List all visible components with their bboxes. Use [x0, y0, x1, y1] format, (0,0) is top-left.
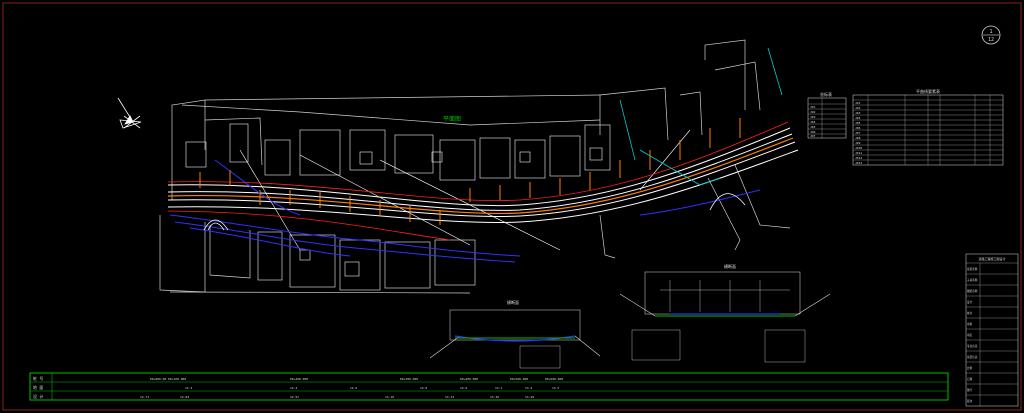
- coord-table-title: 坐标表: [820, 91, 832, 97]
- strip-value: K0+200.000: [290, 377, 308, 381]
- curve-table: 平曲线要素表 JD1 JD2 JD3 JD4 JD5 JD6 JD7 JD8 J…: [852, 88, 1004, 166]
- curve-row: JD7: [855, 131, 861, 135]
- river-lines: [169, 159, 761, 263]
- title-row: 比例: [967, 366, 973, 370]
- strip-value: K0+300.000: [400, 377, 418, 381]
- title-row: 专业负责: [967, 344, 978, 348]
- title-row: 审定: [967, 333, 973, 337]
- section-b-title: 横断面: [724, 263, 736, 269]
- strip-value: 12.71: [140, 395, 149, 399]
- curve-row: JD6: [855, 126, 861, 130]
- title-row: 设计: [967, 300, 973, 304]
- title-row: 图纸名称: [967, 289, 978, 293]
- plan-title: 平面图: [443, 116, 461, 123]
- strip-value: K0+400.000: [460, 377, 478, 381]
- curve-row: JD10: [855, 146, 862, 150]
- strip-value: 12.4: [290, 386, 297, 390]
- title-row: 校对: [967, 311, 973, 315]
- curve-row: JD3: [855, 111, 861, 115]
- coord-row: JD3: [810, 115, 816, 119]
- strip-value: 13.49: [525, 395, 534, 399]
- curve-row: JD4: [855, 116, 861, 120]
- strip-value: 12.84: [180, 395, 189, 399]
- coord-row: JD5: [810, 125, 816, 129]
- coord-table: 坐标表 JD1 JD2 JD3 JD4 JD5 JD6 JD7: [807, 91, 847, 139]
- strip-value: 13.23: [445, 395, 454, 399]
- cross-section-a: 横断面: [429, 299, 601, 369]
- coord-row: JD2: [810, 110, 816, 114]
- strip-value: K0+600.000: [545, 377, 563, 381]
- curve-row: JD1: [855, 101, 861, 105]
- strip-row-label: 桩 号: [33, 375, 43, 381]
- curve-row: JD2: [855, 106, 861, 110]
- strip-value: 13.4: [525, 386, 532, 390]
- strip-value: 12.3: [185, 386, 192, 390]
- title-row: 项目名称: [967, 267, 978, 271]
- title-row: 项目负责: [967, 355, 978, 359]
- cad-drawing-canvas[interactable]: 1 12 平面图 坐标表 JD1 JD2 JD3 JD4 JD5 JD6 JD7…: [0, 0, 1024, 413]
- sheet-frame: [2, 2, 1022, 411]
- strip-value: 12.97: [290, 395, 299, 399]
- title-block: 道路工程施工图设计 项目名称 子项名称 图纸名称 设计 校对 审核 审定 专业负…: [965, 253, 1019, 407]
- cross-section-b: 横断面: [619, 263, 831, 363]
- north-arrow-icon: [117, 97, 142, 129]
- curve-row: JD5: [855, 121, 861, 125]
- curve-row: JD12: [855, 156, 862, 160]
- curve-row: JD9: [855, 141, 861, 145]
- strip-value: 13.36: [490, 395, 499, 399]
- curve-row: JD8: [855, 136, 861, 140]
- page-mark-top: 1: [989, 29, 992, 35]
- page-mark-bottom: 12: [988, 37, 994, 43]
- building-outlines-upper: [171, 39, 761, 200]
- strip-value: 13.10: [385, 395, 394, 399]
- curve-row: JD11: [855, 151, 862, 155]
- curve-row: JD13: [855, 161, 862, 165]
- strip-row-label: 地 面: [33, 384, 43, 390]
- road-centerline: [167, 137, 794, 214]
- title-row: 图号: [967, 388, 973, 392]
- station-strip: 桩 号 地 面 设 计 K0+000.00 K0+100.000 K0+200.…: [29, 372, 949, 401]
- strip-value: K0+500.000: [510, 377, 528, 381]
- coord-row: JD7: [810, 134, 816, 138]
- building-outlines-lower: [159, 164, 791, 294]
- strip-value: 12.6: [350, 386, 357, 390]
- coord-row: JD1: [810, 105, 816, 109]
- title-row: 审核: [967, 322, 973, 326]
- section-a-title: 横断面: [507, 299, 519, 305]
- title-row: 子项名称: [967, 278, 978, 282]
- strip-value: 13.5: [552, 386, 559, 390]
- strip-value: 12.8: [420, 386, 427, 390]
- curve-table-title: 平曲线要素表: [916, 88, 940, 94]
- title-row: 日期: [967, 377, 973, 381]
- page-mark: 1 12: [981, 25, 1001, 45]
- coord-row: JD4: [810, 120, 816, 124]
- title-block-heading: 道路工程施工图设计: [978, 256, 1005, 261]
- strip-row-label: 设 计: [33, 393, 43, 399]
- strip-value: 12.9: [460, 386, 467, 390]
- strip-value: 13.1: [495, 386, 502, 390]
- strip-value: K0+000.00 K0+100.000: [150, 377, 186, 381]
- title-row: 版次: [967, 399, 973, 403]
